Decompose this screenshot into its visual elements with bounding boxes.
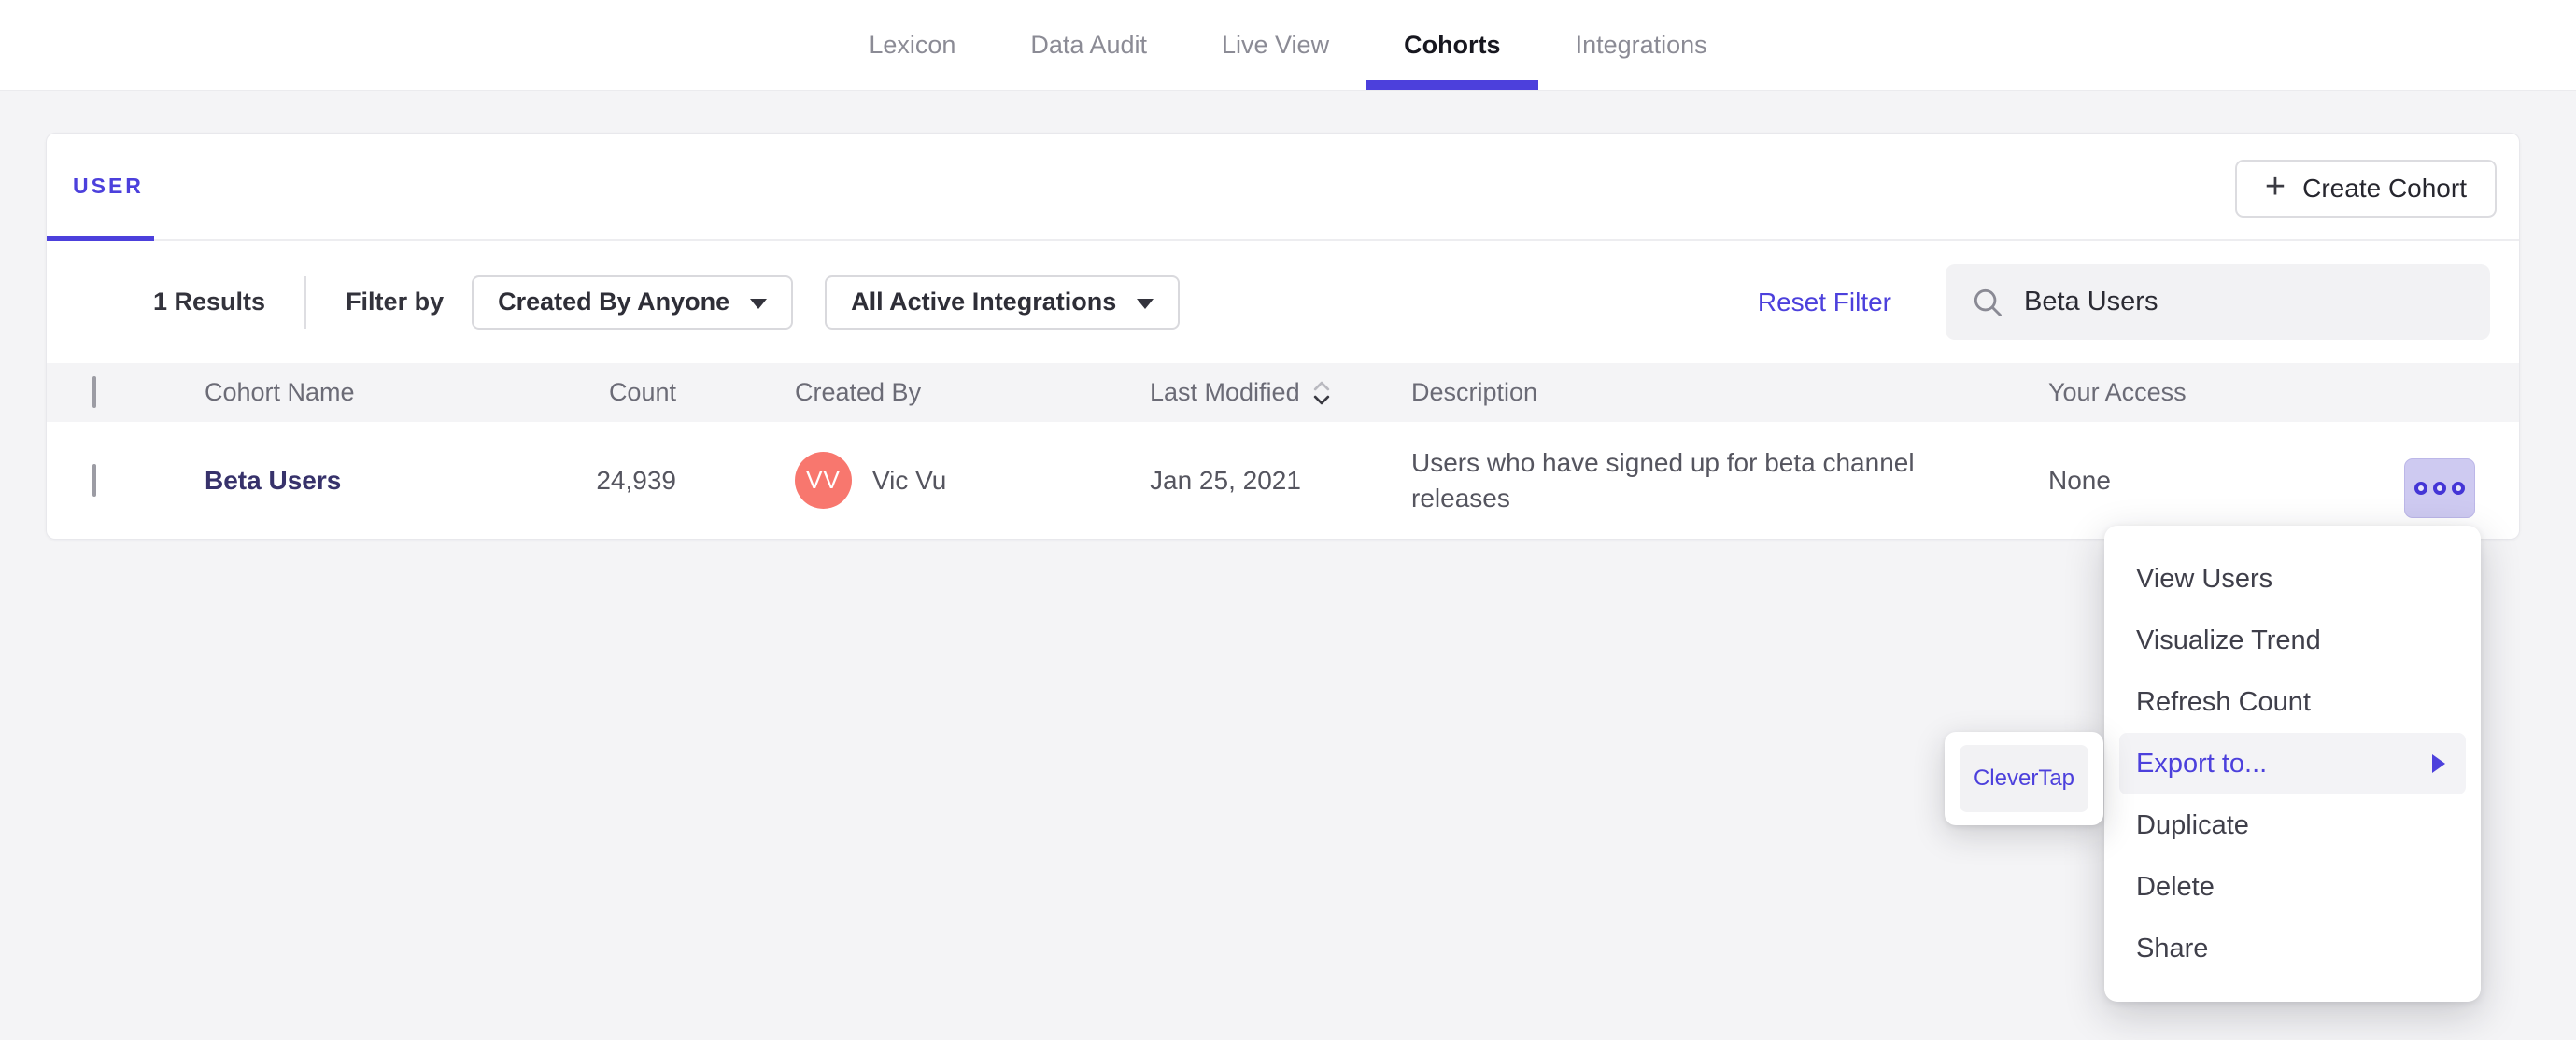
created-by-dropdown[interactable]: Created By Anyone bbox=[472, 274, 794, 330]
nav-tab-label: Lexicon bbox=[869, 30, 956, 59]
created-by-cell: VV Vic Vu bbox=[795, 452, 1150, 509]
search-icon bbox=[1974, 288, 2002, 316]
nav-tab-data-audit[interactable]: Data Audit bbox=[993, 0, 1184, 90]
tab-user[interactable]: USER bbox=[73, 174, 144, 199]
filter-by-label: Filter by bbox=[346, 288, 445, 316]
reset-filter-link[interactable]: Reset Filter bbox=[1758, 288, 1891, 317]
menu-item-duplicate[interactable]: Duplicate bbox=[2104, 794, 2481, 856]
nav-tab-live-view[interactable]: Live View bbox=[1184, 0, 1366, 90]
active-tab-underline bbox=[1366, 80, 1538, 90]
top-navigation: Lexicon Data Audit Live View Cohorts Int… bbox=[0, 0, 2576, 91]
more-options-button[interactable] bbox=[2404, 458, 2475, 518]
cohort-count: 24,939 bbox=[596, 465, 676, 495]
row-checkbox[interactable] bbox=[92, 463, 96, 497]
cohort-actions-menu: View Users Visualize Trend Refresh Count… bbox=[2104, 526, 2481, 1002]
card-tab-row: USER + Create Cohort bbox=[47, 134, 2519, 241]
integrations-dropdown-label: All Active Integrations bbox=[851, 288, 1117, 316]
submenu-arrow-icon bbox=[2432, 754, 2445, 773]
avatar: VV bbox=[795, 452, 852, 509]
menu-item-share[interactable]: Share bbox=[2104, 918, 2481, 979]
filter-bar: 1 Results Filter by Created By Anyone Al… bbox=[47, 241, 2519, 363]
created-by-dropdown-label: Created By Anyone bbox=[498, 288, 730, 316]
sort-icon[interactable] bbox=[1311, 379, 1332, 407]
export-submenu: CleverTap bbox=[1945, 732, 2103, 825]
create-cohort-label: Create Cohort bbox=[2302, 174, 2467, 203]
last-modified-value: Jan 25, 2021 bbox=[1150, 465, 1301, 495]
column-header-last-modified[interactable]: Last Modified bbox=[1150, 378, 1411, 407]
search-input[interactable] bbox=[2024, 287, 2466, 317]
menu-item-refresh-count[interactable]: Refresh Count bbox=[2104, 671, 2481, 733]
more-options-icon bbox=[2414, 482, 2427, 495]
menu-item-export-to[interactable]: Export to... bbox=[2119, 733, 2466, 794]
nav-tab-label: Integrations bbox=[1575, 30, 1707, 59]
nav-tab-cohorts[interactable]: Cohorts bbox=[1366, 0, 1538, 90]
chevron-down-icon bbox=[1137, 298, 1154, 309]
cohorts-card: USER + Create Cohort 1 Results Filter by… bbox=[46, 133, 2520, 540]
column-header-description[interactable]: Description bbox=[1411, 378, 2048, 407]
menu-item-visualize-trend[interactable]: Visualize Trend bbox=[2104, 610, 2481, 671]
vertical-divider bbox=[304, 275, 307, 329]
created-by-name: Vic Vu bbox=[872, 465, 947, 495]
chevron-down-icon bbox=[750, 298, 768, 309]
nav-tab-lexicon[interactable]: Lexicon bbox=[831, 0, 993, 90]
cohort-description: Users who have signed up for beta channe… bbox=[1411, 447, 1915, 513]
plus-icon: + bbox=[2264, 167, 2286, 206]
nav-tab-label: Cohorts bbox=[1404, 30, 1501, 59]
nav-tab-label: Live View bbox=[1222, 30, 1330, 59]
column-header-created-by[interactable]: Created By bbox=[795, 378, 1150, 407]
column-header-cohort-name[interactable]: Cohort Name bbox=[205, 378, 559, 407]
menu-item-view-users[interactable]: View Users bbox=[2104, 548, 2481, 610]
cohort-name-link[interactable]: Beta Users bbox=[205, 466, 341, 495]
nav-tab-integrations[interactable]: Integrations bbox=[1538, 0, 1745, 90]
submenu-item-clevertap[interactable]: CleverTap bbox=[1960, 745, 2088, 812]
export-to-label: Export to... bbox=[2136, 748, 2268, 779]
table-header: Cohort Name Count Created By Last Modifi… bbox=[47, 363, 2519, 422]
select-all-checkbox[interactable] bbox=[92, 376, 96, 408]
integrations-dropdown[interactable]: All Active Integrations bbox=[825, 274, 1181, 330]
nav-tab-label: Data Audit bbox=[1030, 30, 1147, 59]
table-row: Beta Users 24,939 VV Vic Vu Jan 25, 2021… bbox=[47, 422, 2519, 539]
more-options-icon bbox=[2452, 482, 2465, 495]
menu-item-delete[interactable]: Delete bbox=[2104, 856, 2481, 918]
results-count: 1 Results bbox=[153, 288, 266, 316]
column-header-count[interactable]: Count bbox=[559, 378, 795, 407]
last-modified-label: Last Modified bbox=[1150, 378, 1300, 406]
user-tab-underline bbox=[47, 236, 154, 241]
more-options-icon bbox=[2433, 482, 2446, 495]
create-cohort-button[interactable]: + Create Cohort bbox=[2234, 160, 2497, 218]
cohort-search-box bbox=[1946, 264, 2490, 340]
cohorts-page: Lexicon Data Audit Live View Cohorts Int… bbox=[0, 0, 2576, 1040]
column-header-your-access[interactable]: Your Access bbox=[2048, 378, 2473, 407]
